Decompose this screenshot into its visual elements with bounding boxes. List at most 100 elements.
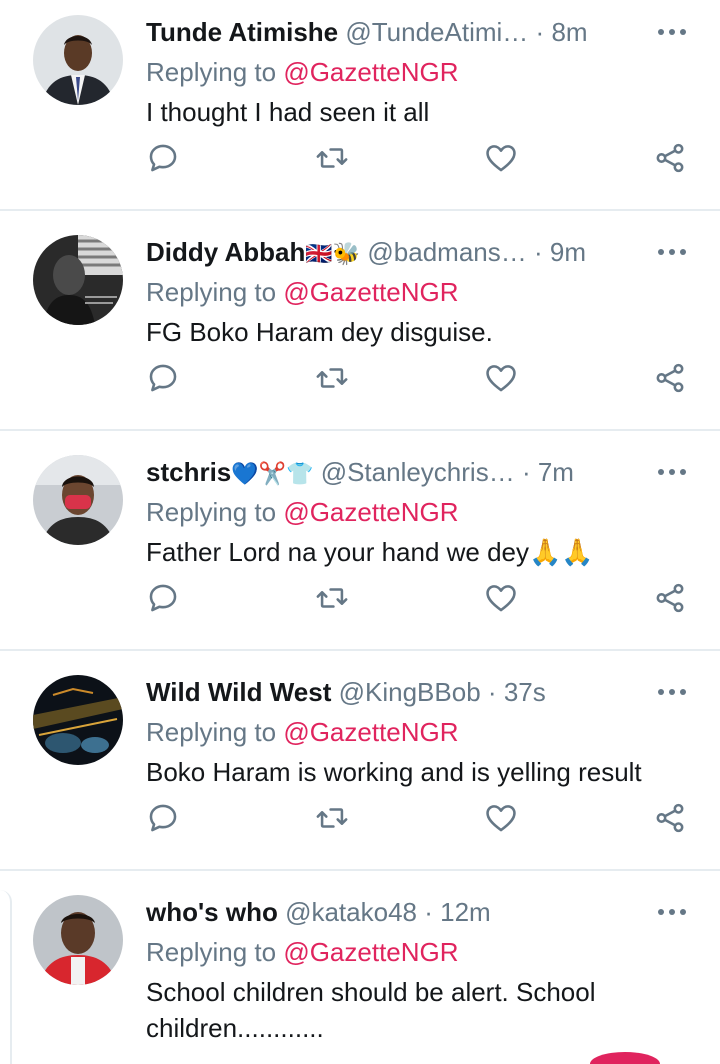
share-button[interactable] bbox=[648, 136, 692, 180]
divider bbox=[0, 209, 720, 211]
more-dots-icon[interactable] bbox=[652, 678, 692, 706]
heart-icon bbox=[486, 585, 516, 612]
like-button[interactable] bbox=[479, 576, 523, 620]
separator-dot: · bbox=[535, 17, 545, 47]
tweet-text: FG Boko Haram dey disguise. bbox=[146, 317, 493, 347]
tweet-text: I thought I had seen it all bbox=[146, 97, 430, 127]
replying-to-label: Replying to bbox=[146, 57, 277, 87]
retweet-icon bbox=[316, 368, 348, 388]
tweet-header: Diddy Abbah🇬🇧🐝 @badmans… · 9m bbox=[146, 234, 656, 270]
more-dots-icon[interactable] bbox=[652, 898, 692, 926]
tweet[interactable]: stchris💙✂️👕 @Stanleychris… · 7m Replying… bbox=[0, 440, 720, 660]
tweet-header: Wild Wild West @KingBBob · 37s bbox=[146, 674, 656, 710]
tweet-header: Tunde Atimishe @TundeAtimi… · 8m bbox=[146, 14, 656, 50]
retweet-icon bbox=[316, 588, 348, 608]
name-emoji: 💙✂️👕 bbox=[231, 462, 314, 487]
retweet-icon bbox=[316, 148, 348, 168]
tweet-actions bbox=[0, 796, 720, 840]
user-handle[interactable]: @katako48 bbox=[285, 897, 417, 927]
reply-button[interactable] bbox=[141, 356, 185, 400]
share-icon bbox=[656, 583, 684, 613]
separator-dot: · bbox=[424, 897, 433, 927]
like-button[interactable] bbox=[479, 796, 523, 840]
more-dots-icon[interactable] bbox=[652, 18, 692, 46]
tweet-text: Father Lord na your hand we dey🙏🙏 bbox=[146, 537, 594, 567]
share-icon bbox=[656, 143, 684, 173]
more-dots-icon[interactable] bbox=[652, 238, 692, 266]
reply-button[interactable] bbox=[141, 576, 185, 620]
tweet-actions bbox=[0, 356, 720, 400]
tweet[interactable]: Diddy Abbah🇬🇧🐝 @badmans… · 9m Replying t… bbox=[0, 220, 720, 440]
share-button[interactable] bbox=[648, 796, 692, 840]
replying-to: Replying to @GazetteNGR bbox=[146, 714, 459, 750]
user-handle[interactable]: @KingBBob bbox=[339, 677, 481, 707]
display-name[interactable]: stchris bbox=[146, 457, 231, 487]
retweet-button[interactable] bbox=[310, 796, 354, 840]
mention-link[interactable]: @GazetteNGR bbox=[283, 937, 458, 967]
share-button[interactable] bbox=[648, 356, 692, 400]
reply-button[interactable] bbox=[141, 796, 185, 840]
separator-dot: · bbox=[534, 237, 543, 267]
replying-to: Replying to @GazetteNGR bbox=[146, 934, 459, 970]
mention-link[interactable]: @GazetteNGR bbox=[283, 277, 458, 307]
timestamp[interactable]: 7m bbox=[538, 457, 574, 487]
user-handle[interactable]: @TundeAtimi… bbox=[345, 17, 528, 47]
avatar[interactable] bbox=[33, 675, 123, 765]
display-name[interactable]: Wild Wild West bbox=[146, 677, 331, 707]
replying-to-label: Replying to bbox=[146, 937, 277, 967]
replying-to-label: Replying to bbox=[146, 277, 277, 307]
share-icon bbox=[656, 803, 684, 833]
user-handle[interactable]: @badmans… bbox=[367, 237, 526, 267]
tweet-actions bbox=[0, 576, 720, 620]
name-emoji: 🇬🇧🐝 bbox=[305, 242, 361, 267]
reply-bubble-icon bbox=[149, 364, 177, 392]
heart-icon bbox=[486, 145, 516, 172]
tweet-header: stchris💙✂️👕 @Stanleychris… · 7m bbox=[146, 454, 656, 490]
share-button[interactable] bbox=[648, 576, 692, 620]
separator-dot: · bbox=[521, 457, 531, 487]
retweet-button[interactable] bbox=[310, 136, 354, 180]
tweet-text: School children should be alert. School … bbox=[146, 977, 596, 1043]
retweet-button[interactable] bbox=[310, 576, 354, 620]
replying-to: Replying to @GazetteNGR bbox=[146, 494, 459, 530]
display-name[interactable]: Diddy Abbah bbox=[146, 237, 305, 267]
like-button[interactable] bbox=[479, 356, 523, 400]
retweet-icon bbox=[316, 808, 348, 828]
share-icon bbox=[656, 363, 684, 393]
tweet[interactable]: who's who @katako48 · 12m Replying to @G… bbox=[0, 880, 720, 1064]
replying-to-label: Replying to bbox=[146, 497, 277, 527]
tweet[interactable]: Tunde Atimishe @TundeAtimi… · 8m Replyin… bbox=[0, 0, 720, 220]
mention-link[interactable]: @GazetteNGR bbox=[283, 57, 458, 87]
timestamp[interactable]: 37s bbox=[504, 677, 546, 707]
mention-link[interactable]: @GazetteNGR bbox=[283, 497, 458, 527]
heart-icon bbox=[486, 365, 516, 392]
timestamp[interactable]: 8m bbox=[551, 17, 587, 47]
avatar[interactable] bbox=[33, 895, 123, 985]
like-button[interactable] bbox=[479, 136, 523, 180]
tweet[interactable]: Wild Wild West @KingBBob · 37s Replying … bbox=[0, 660, 720, 880]
display-name[interactable]: Tunde Atimishe bbox=[146, 17, 338, 47]
avatar[interactable] bbox=[33, 235, 123, 325]
timestamp[interactable]: 12m bbox=[440, 897, 491, 927]
divider bbox=[0, 869, 720, 871]
tweet-header: who's who @katako48 · 12m bbox=[146, 894, 656, 930]
reply-button[interactable] bbox=[141, 136, 185, 180]
replying-to-label: Replying to bbox=[146, 717, 277, 747]
retweet-button[interactable] bbox=[310, 356, 354, 400]
avatar[interactable] bbox=[33, 15, 123, 105]
replying-to: Replying to @GazetteNGR bbox=[146, 274, 459, 310]
timestamp[interactable]: 9m bbox=[550, 237, 586, 267]
reply-bubble-icon bbox=[149, 584, 177, 612]
user-handle[interactable]: @Stanleychris… bbox=[321, 457, 515, 487]
mention-link[interactable]: @GazetteNGR bbox=[283, 717, 458, 747]
reply-bubble-icon bbox=[149, 804, 177, 832]
avatar[interactable] bbox=[33, 455, 123, 545]
more-dots-icon[interactable] bbox=[652, 458, 692, 486]
drawer-edge bbox=[0, 890, 12, 1064]
tweet-text: Boko Haram is working and is yelling res… bbox=[146, 757, 642, 787]
display-name[interactable]: who's who bbox=[146, 897, 278, 927]
separator-dot: · bbox=[487, 677, 497, 707]
reply-bubble-icon bbox=[149, 144, 177, 172]
replying-to: Replying to @GazetteNGR bbox=[146, 54, 459, 90]
divider bbox=[0, 649, 720, 651]
